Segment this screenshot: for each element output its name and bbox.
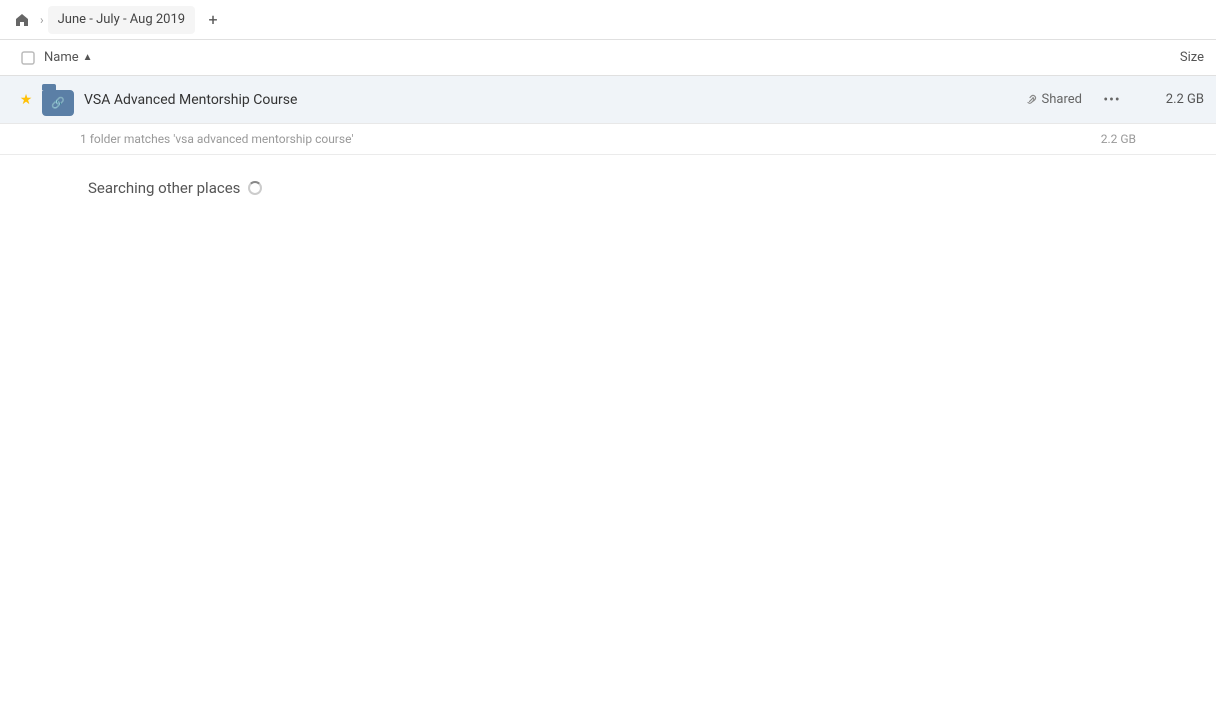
home-icon bbox=[14, 12, 30, 28]
new-tab-icon: + bbox=[209, 10, 218, 29]
file-size: 2.2 GB bbox=[1134, 92, 1204, 107]
shared-badge: Shared bbox=[1024, 92, 1082, 107]
searching-section: Searching other places bbox=[0, 155, 1216, 221]
breadcrumb-tab-label: June - July - Aug 2019 bbox=[58, 12, 185, 27]
sort-arrow-icon: ▲ bbox=[83, 52, 93, 63]
name-column-header[interactable]: Name ▲ bbox=[44, 50, 1124, 65]
link-icon bbox=[1024, 93, 1038, 107]
file-name: VSA Advanced Mentorship Course bbox=[84, 92, 1024, 108]
breadcrumb-tab[interactable]: June - July - Aug 2019 bbox=[48, 6, 195, 34]
name-column-label: Name bbox=[44, 50, 79, 65]
shared-label: Shared bbox=[1042, 92, 1082, 107]
size-column-header[interactable]: Size bbox=[1124, 50, 1204, 65]
folder-tab bbox=[42, 84, 56, 90]
match-info-row: 1 folder matches 'vsa advanced mentorshi… bbox=[0, 124, 1216, 155]
folder-icon-container: 🔗 bbox=[40, 82, 76, 118]
match-info-size: 2.2 GB bbox=[1101, 132, 1136, 146]
more-icon: ••• bbox=[1103, 92, 1120, 108]
file-list-row[interactable]: ★ 🔗 VSA Advanced Mentorship Course Share… bbox=[0, 76, 1216, 124]
breadcrumb-bar: › June - July - Aug 2019 + bbox=[0, 0, 1216, 40]
home-button[interactable] bbox=[8, 6, 36, 34]
folder-body: 🔗 bbox=[42, 90, 74, 116]
star-icon: ★ bbox=[20, 92, 33, 108]
folder-link-icon: 🔗 bbox=[51, 96, 65, 109]
match-info-text: 1 folder matches 'vsa advanced mentorshi… bbox=[80, 132, 1101, 146]
folder-icon: 🔗 bbox=[42, 84, 74, 116]
column-header-row: Name ▲ Size bbox=[0, 40, 1216, 76]
new-tab-button[interactable]: + bbox=[199, 6, 227, 34]
checkbox-icon bbox=[21, 51, 35, 65]
breadcrumb-chevron: › bbox=[40, 13, 44, 27]
loading-spinner bbox=[248, 181, 262, 195]
more-options-button[interactable]: ••• bbox=[1098, 86, 1126, 114]
size-column-label: Size bbox=[1180, 50, 1204, 65]
star-button[interactable]: ★ bbox=[12, 92, 40, 108]
select-all-checkbox[interactable] bbox=[12, 51, 44, 65]
searching-label: Searching other places bbox=[88, 179, 240, 197]
